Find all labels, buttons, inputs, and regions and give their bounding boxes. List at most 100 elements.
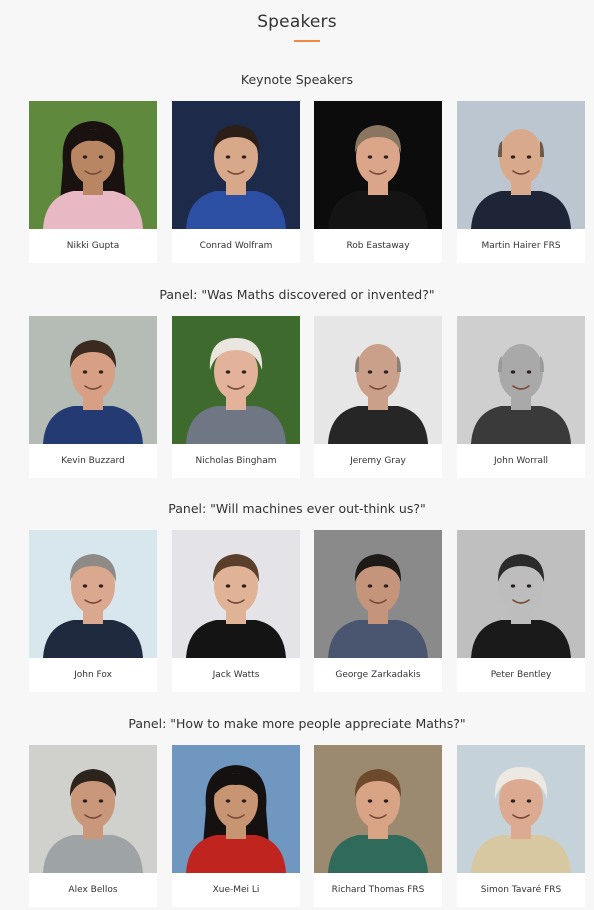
speaker-photo (172, 745, 300, 873)
speaker-card[interactable]: Alex Bellos (29, 745, 157, 907)
portrait-image (314, 530, 442, 658)
eye (82, 155, 88, 159)
speaker-name: Kevin Buzzard (61, 456, 125, 466)
speaker-name: Richard Thomas FRS (331, 885, 425, 895)
portrait-image (29, 316, 157, 444)
speaker-photo (314, 316, 442, 444)
eye (225, 155, 231, 159)
eye (383, 799, 389, 803)
eye (510, 799, 516, 803)
eye (225, 370, 231, 374)
speaker-photo (457, 316, 585, 444)
speaker-photo (29, 316, 157, 444)
face (499, 344, 543, 400)
speaker-name: George Zarkadakis (335, 670, 421, 680)
eye (526, 155, 532, 159)
speaker-card[interactable]: John Worrall (457, 316, 585, 478)
eye (510, 155, 516, 159)
portrait-image (29, 101, 157, 229)
face (499, 129, 543, 185)
portrait-image (457, 316, 585, 444)
section-heading-panel-machines: Panel: "Will machines ever out-think us?… (168, 501, 426, 516)
speaker-name: Rob Eastaway (346, 241, 410, 251)
portrait-image (314, 745, 442, 873)
eye (510, 370, 516, 374)
eye (241, 799, 247, 803)
section-heading-panel-appreciate: Panel: "How to make more people apprecia… (128, 716, 466, 731)
speaker-card[interactable]: Xue-Mei Li (172, 745, 300, 907)
speaker-photo (457, 101, 585, 229)
speaker-name: Martin Hairer FRS (481, 241, 561, 251)
eye (526, 370, 532, 374)
portrait-image (172, 530, 300, 658)
eye (383, 584, 389, 588)
eye (526, 584, 532, 588)
portrait-image (457, 101, 585, 229)
eye (367, 155, 373, 159)
speaker-photo (457, 745, 585, 873)
speaker-card[interactable]: Jack Watts (172, 530, 300, 692)
eye (367, 370, 373, 374)
eye (98, 584, 104, 588)
title-underline (294, 40, 320, 42)
speaker-card[interactable]: Conrad Wolfram (172, 101, 300, 263)
speaker-photo (314, 101, 442, 229)
eye (383, 155, 389, 159)
speaker-photo (29, 530, 157, 658)
portrait-image (457, 745, 585, 873)
eye (225, 584, 231, 588)
speaker-card[interactable]: George Zarkadakis (314, 530, 442, 692)
speaker-photo (457, 530, 585, 658)
portrait-image (172, 745, 300, 873)
eye (241, 370, 247, 374)
speaker-name: Simon Tavaré FRS (480, 885, 562, 895)
eye (82, 584, 88, 588)
speaker-photo (172, 316, 300, 444)
speaker-card[interactable]: Kevin Buzzard (29, 316, 157, 478)
speaker-card[interactable]: Martin Hairer FRS (457, 101, 585, 263)
speaker-name: Conrad Wolfram (199, 241, 273, 251)
speaker-name: Jeremy Gray (350, 456, 406, 466)
speaker-card[interactable]: Peter Bentley (457, 530, 585, 692)
portrait-image (29, 530, 157, 658)
eye (526, 799, 532, 803)
speaker-card[interactable]: Jeremy Gray (314, 316, 442, 478)
eye (82, 799, 88, 803)
eye (241, 155, 247, 159)
portrait-image (29, 745, 157, 873)
speaker-name: Nikki Gupta (66, 241, 120, 251)
speaker-card[interactable]: Richard Thomas FRS (314, 745, 442, 907)
speaker-card[interactable]: Nicholas Bingham (172, 316, 300, 478)
speaker-card[interactable]: Rob Eastaway (314, 101, 442, 263)
portrait-image (314, 316, 442, 444)
speaker-name: Alex Bellos (68, 885, 118, 895)
speaker-card[interactable]: Nikki Gupta (29, 101, 157, 263)
speaker-name: John Fox (74, 670, 112, 680)
speaker-name: Jack Watts (212, 670, 260, 680)
speaker-card[interactable]: John Fox (29, 530, 157, 692)
portrait-image (314, 101, 442, 229)
eye (241, 584, 247, 588)
page-title: Speakers (257, 12, 337, 32)
portrait-image (457, 530, 585, 658)
speaker-photo (314, 530, 442, 658)
section-heading-keynote: Keynote Speakers (240, 72, 354, 87)
eye (82, 370, 88, 374)
eye (367, 584, 373, 588)
eye (98, 370, 104, 374)
speaker-name: Peter Bentley (490, 670, 552, 680)
speaker-photo (29, 101, 157, 229)
eye (98, 155, 104, 159)
speaker-photo (172, 101, 300, 229)
speaker-photo (172, 530, 300, 658)
speaker-photo (29, 745, 157, 873)
speaker-card[interactable]: Simon Tavaré FRS (457, 745, 585, 907)
speaker-name: Xue-Mei Li (212, 885, 260, 895)
speaker-name: John Worrall (493, 456, 549, 466)
eye (510, 584, 516, 588)
face (356, 344, 400, 400)
portrait-image (172, 316, 300, 444)
speaker-name: Nicholas Bingham (195, 456, 277, 466)
eye (383, 370, 389, 374)
portrait-image (172, 101, 300, 229)
